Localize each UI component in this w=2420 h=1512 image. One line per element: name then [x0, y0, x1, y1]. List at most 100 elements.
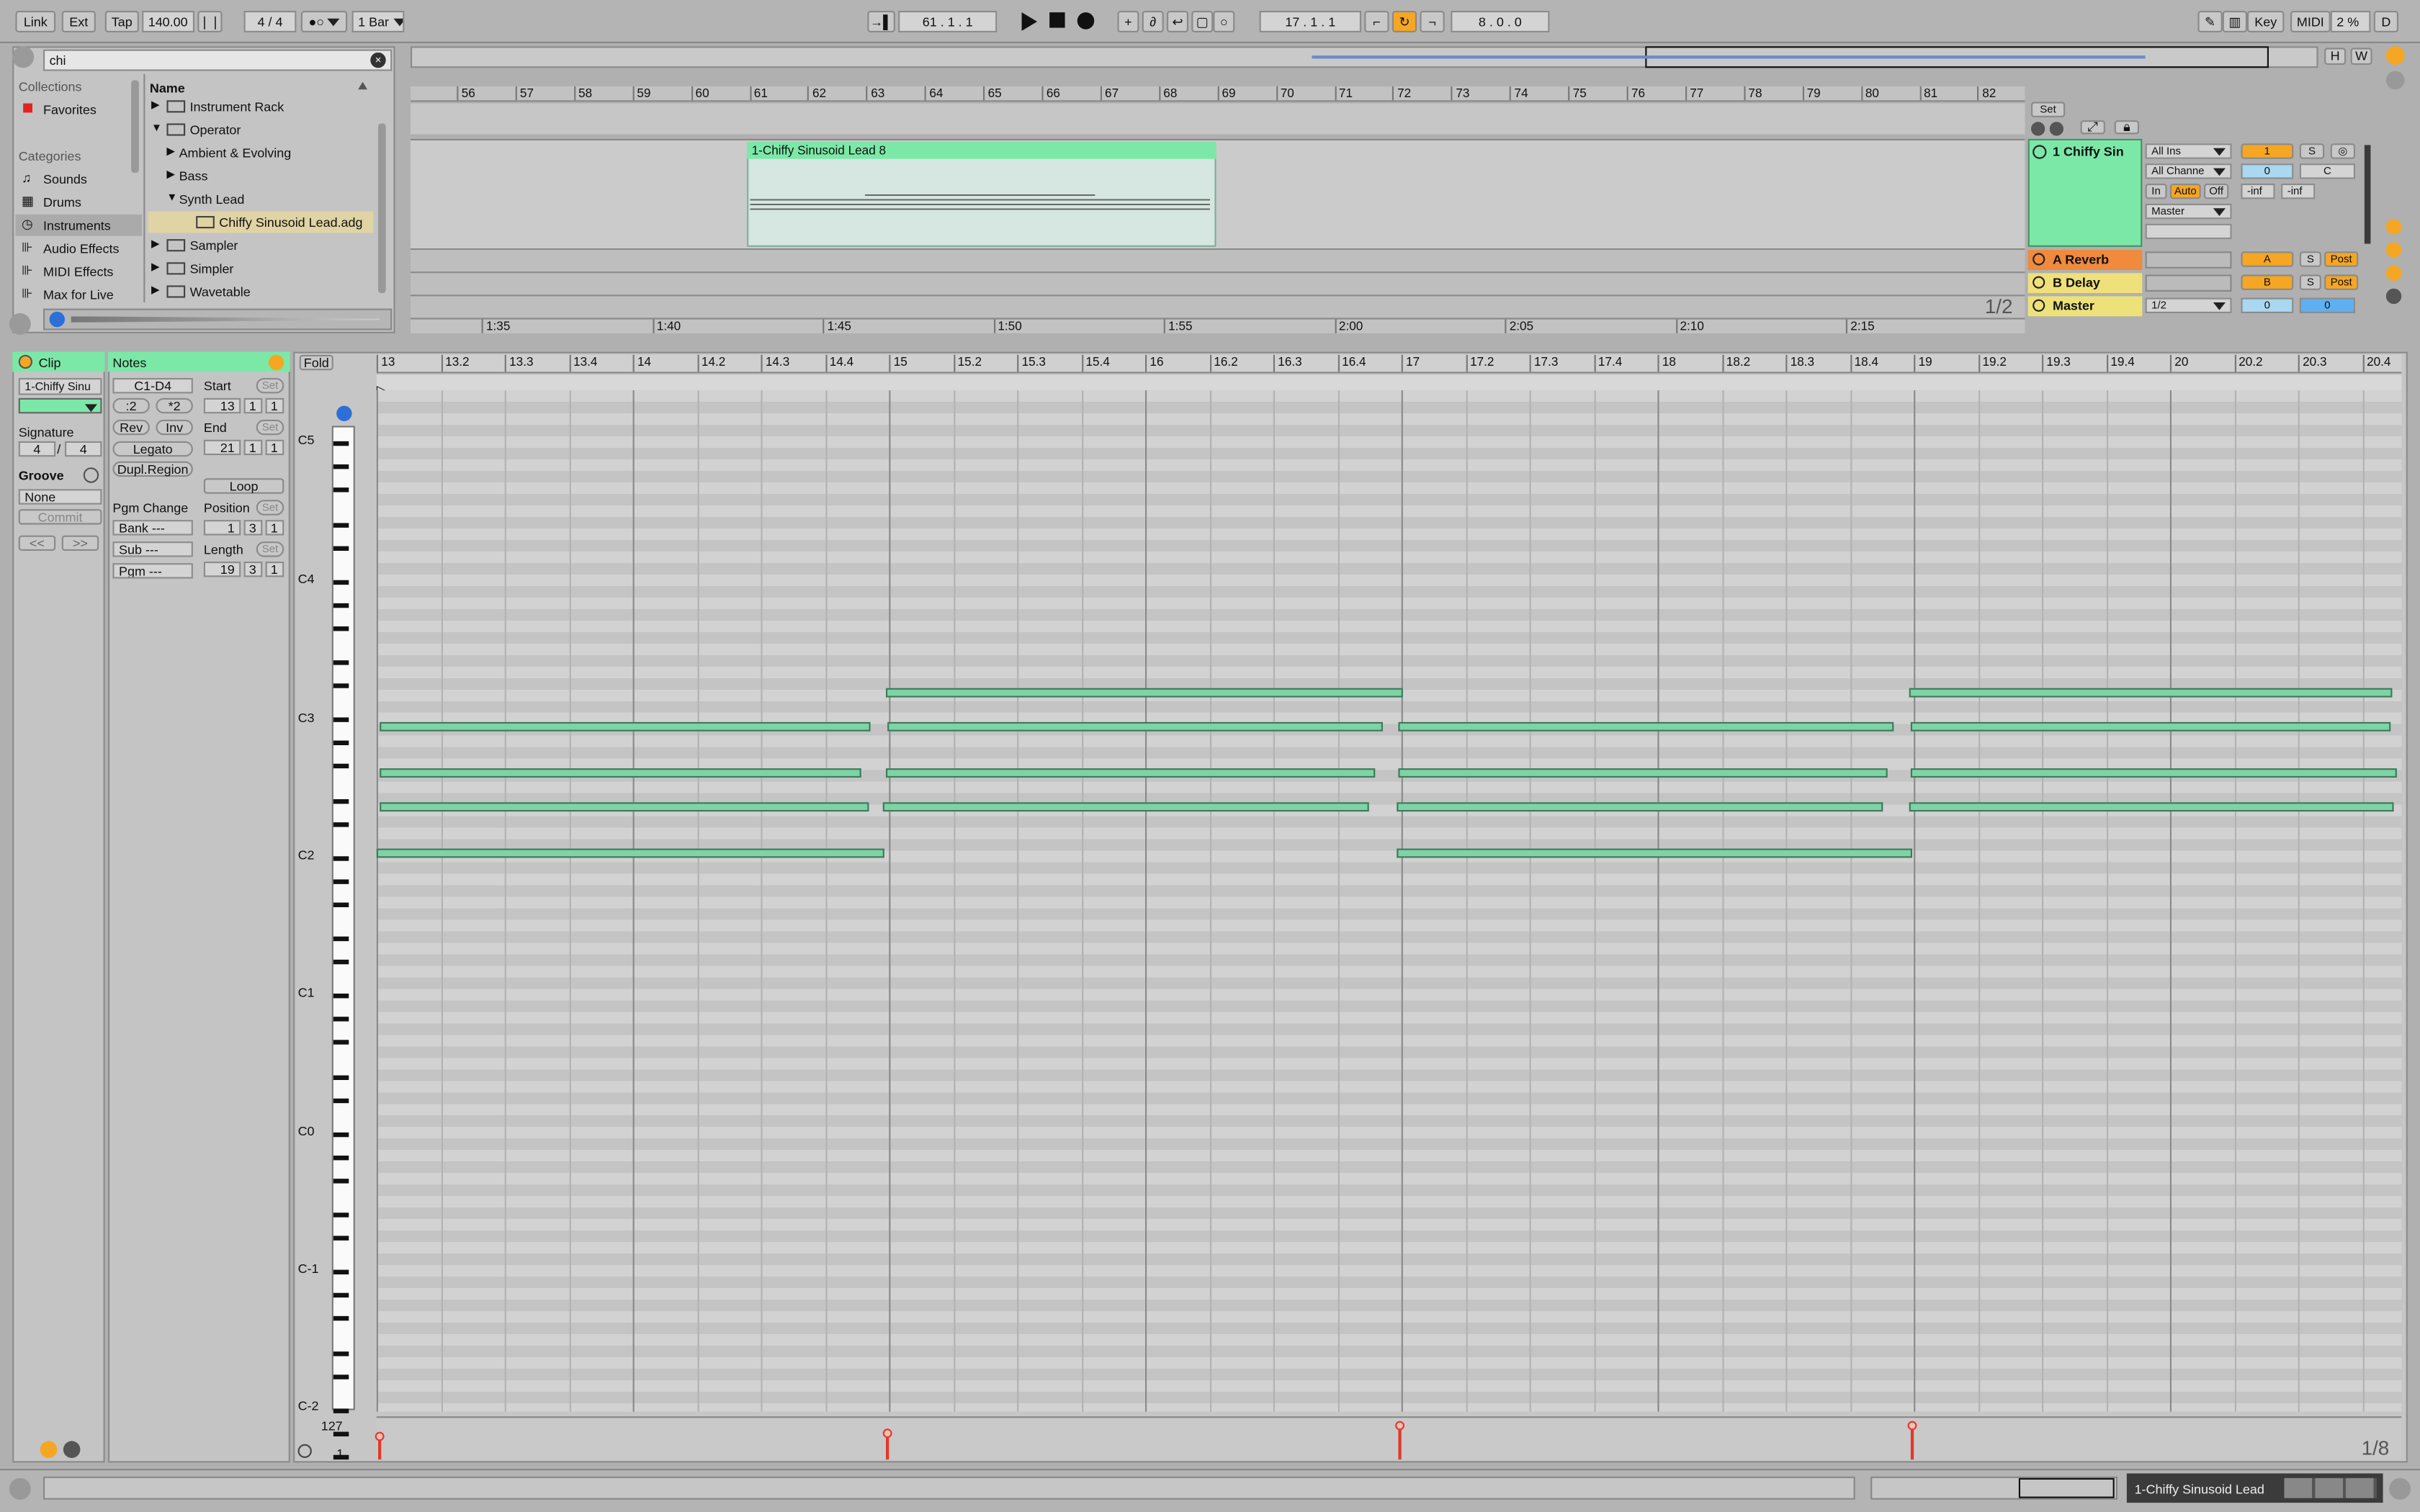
black-key[interactable]: [333, 1097, 349, 1103]
draw-mode-icon[interactable]: ✎: [2197, 11, 2223, 32]
link-button[interactable]: Link: [15, 11, 56, 32]
black-key[interactable]: [333, 1040, 349, 1045]
expand-icon[interactable]: ▶: [151, 262, 160, 273]
expand-icon[interactable]: ▶: [151, 100, 160, 111]
velocity-handle[interactable]: [1907, 1421, 1917, 1431]
midi-note[interactable]: [1397, 802, 1883, 812]
track-volume[interactable]: 0: [2241, 163, 2294, 179]
status-toggle-icon[interactable]: [9, 1477, 31, 1500]
clip-name-field[interactable]: 1-Chiffy Sinu: [18, 378, 102, 395]
next-locator-icon[interactable]: [2049, 122, 2063, 136]
name-column-header[interactable]: Name: [150, 81, 185, 95]
midi-note[interactable]: [1398, 768, 1888, 778]
song-position-field[interactable]: 61 . 1 . 1: [898, 11, 998, 32]
follow-icon[interactable]: →▌: [867, 11, 895, 32]
key-map-button[interactable]: Key: [2247, 11, 2285, 32]
editor-bar-ruler[interactable]: 13 13.2 13.3 13.4 14 14.2 14.3 14.4 15 15.2 15.3 15…: [376, 354, 2402, 374]
ext-button[interactable]: Ext: [61, 11, 96, 32]
browser-item[interactable]: Bass: [179, 169, 208, 183]
search-input[interactable]: chi: [43, 49, 393, 71]
velocity-bar[interactable]: [1910, 1425, 1914, 1460]
bar-ruler[interactable]: 56 57 58 59 60 61 62 63 64 65 66 67 68 69 70 71 72 73 74 75…: [411, 86, 2025, 102]
expand-tracks-icon[interactable]: ⤢: [2080, 120, 2105, 135]
black-key[interactable]: [333, 960, 349, 965]
black-key[interactable]: [333, 879, 349, 884]
arm-button[interactable]: ◎: [2330, 143, 2355, 159]
menu-icon[interactable]: [2385, 46, 2405, 65]
midi-note[interactable]: [380, 802, 869, 812]
clear-search-icon[interactable]: ×: [370, 52, 386, 68]
length-sixteenth-field[interactable]: 1: [265, 562, 284, 577]
output-menu[interactable]: Master: [2145, 203, 2232, 220]
returns-toggle-icon[interactable]: [2385, 242, 2402, 258]
expand-icon[interactable]: ▶: [151, 239, 160, 250]
midi-note[interactable]: [380, 768, 861, 778]
time-signature-field[interactable]: 4 / 4: [243, 11, 297, 32]
browser-item[interactable]: Simpler: [190, 261, 234, 275]
start-set-button[interactable]: Set: [256, 378, 284, 394]
sort-icon[interactable]: [358, 81, 367, 90]
browser-item[interactable]: Ambient & Evolving: [179, 146, 292, 160]
output-sub-menu[interactable]: [2145, 223, 2232, 240]
black-key[interactable]: [333, 522, 349, 528]
end-bar-field[interactable]: 21: [203, 439, 241, 456]
collapse-icon[interactable]: ▼: [166, 193, 177, 204]
input-type-menu[interactable]: All Ins: [2145, 143, 2232, 159]
lock-icon[interactable]: 🔒︎: [2114, 120, 2139, 135]
loop-switch-icon[interactable]: ↻: [1392, 11, 1417, 32]
velocity-handle[interactable]: [375, 1431, 385, 1441]
category-max-for-live[interactable]: Max for Live: [43, 288, 114, 302]
return-a-name[interactable]: A Reverb: [2053, 253, 2109, 266]
browser-scrollbar[interactable]: [378, 123, 386, 294]
groove-hot-swap-icon[interactable]: [83, 467, 99, 483]
midi-note[interactable]: [1909, 688, 2393, 698]
commit-button[interactable]: Commit: [18, 509, 102, 525]
black-key[interactable]: [333, 1270, 349, 1275]
browser-item[interactable]: Wavetable: [190, 285, 251, 299]
midi-note[interactable]: [376, 848, 884, 858]
session-record-icon[interactable]: ○: [1213, 11, 1235, 32]
send-a-value[interactable]: -inf: [2241, 183, 2275, 199]
start-beat-field[interactable]: 1: [243, 397, 263, 414]
automation-arm-icon[interactable]: ∂: [1142, 11, 1164, 32]
black-key[interactable]: [333, 764, 349, 769]
fold-button[interactable]: Fold: [299, 354, 333, 371]
end-set-button[interactable]: Set: [256, 419, 284, 436]
midi-note[interactable]: [380, 721, 871, 732]
clip-bottom-icon[interactable]: [63, 1441, 81, 1458]
loop-start-field[interactable]: 17 . 1 . 1: [1259, 11, 1361, 32]
midi-note[interactable]: [882, 802, 1369, 812]
return-fold-icon[interactable]: [2033, 253, 2045, 266]
black-key[interactable]: [333, 545, 349, 551]
return-fold-icon[interactable]: [2033, 276, 2045, 289]
black-key[interactable]: [333, 741, 349, 746]
nudge-icon[interactable]: ❘❘: [197, 11, 223, 32]
delay-section-icon[interactable]: [2385, 288, 2402, 305]
h-button[interactable]: H: [2324, 48, 2347, 65]
black-key[interactable]: [333, 660, 349, 665]
position-sixteenth-field[interactable]: 1: [265, 520, 284, 536]
tap-button[interactable]: Tap: [104, 11, 139, 32]
clip-color-menu[interactable]: [18, 397, 102, 414]
black-key[interactable]: [333, 441, 349, 447]
black-key[interactable]: [333, 902, 349, 907]
play-button[interactable]: [1021, 12, 1037, 31]
length-beat-field[interactable]: 3: [243, 562, 263, 577]
return-b-activator[interactable]: B: [2241, 274, 2294, 290]
return-b-name[interactable]: B Delay: [2053, 276, 2100, 289]
position-bar-field[interactable]: 1: [203, 520, 241, 536]
record-button[interactable]: [1077, 12, 1095, 30]
browser-toggle-icon[interactable]: [12, 46, 35, 68]
end-beat-field[interactable]: 1: [243, 439, 263, 456]
position-set-button[interactable]: Set: [256, 500, 284, 516]
return-b-post[interactable]: Post: [2324, 274, 2359, 290]
time-ruler[interactable]: 1:35 1:40 1:45 1:50 1:55 2:00 2:05 2:10 2:15: [411, 318, 2025, 333]
return-a-post[interactable]: Post: [2324, 251, 2359, 267]
monitor-in-button[interactable]: In: [2145, 183, 2167, 199]
collapse-icon[interactable]: ▼: [151, 123, 162, 134]
track-fold-icon[interactable]: [2033, 145, 2047, 159]
black-key[interactable]: [333, 718, 349, 723]
next-clip-button[interactable]: >>: [61, 535, 99, 551]
master-volume[interactable]: 0: [2241, 297, 2294, 313]
end-sixteenth-field[interactable]: 1: [265, 439, 284, 456]
